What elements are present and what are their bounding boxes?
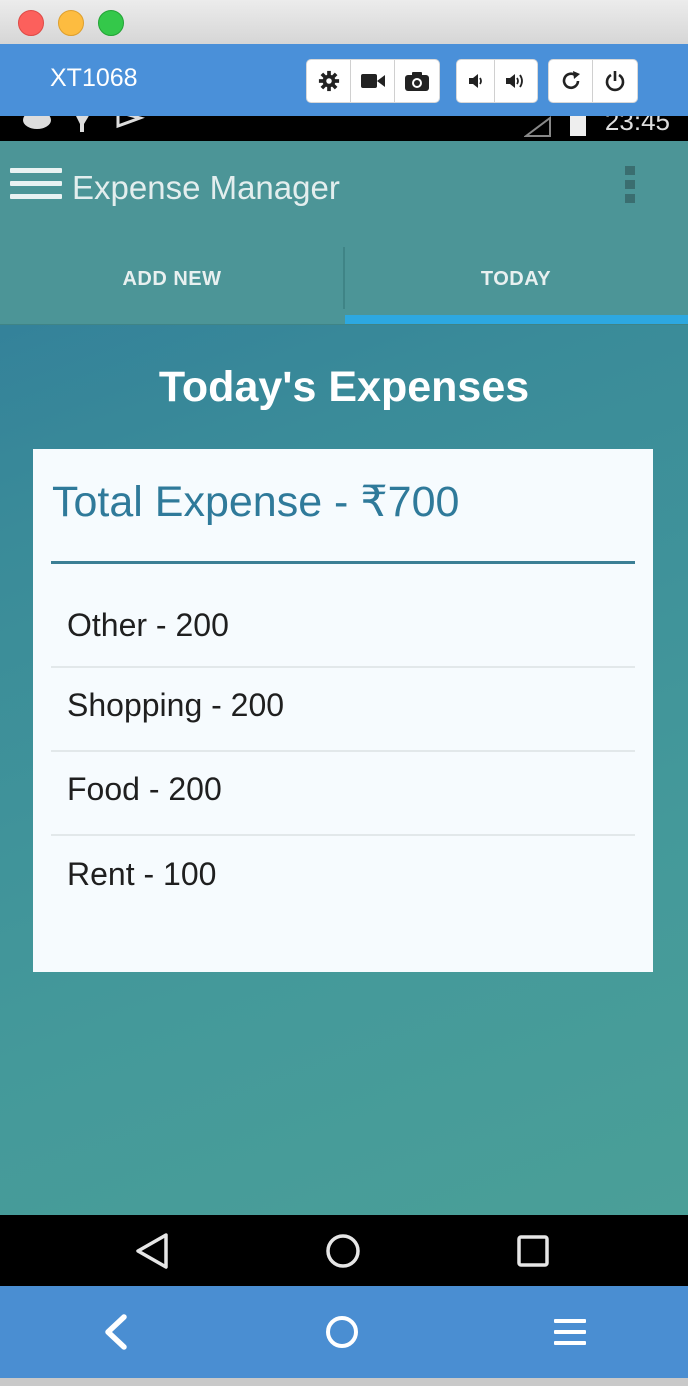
back-triangle-icon[interactable]: [132, 1229, 176, 1273]
camera-icon: [405, 72, 429, 91]
screenshot-button[interactable]: [395, 60, 439, 102]
power-button[interactable]: [593, 60, 637, 102]
close-window-button[interactable]: [18, 10, 44, 36]
list-item[interactable]: Other - 200: [51, 584, 635, 668]
expenses-card: Total Expense - ₹700 Other - 200 Shoppin…: [33, 449, 653, 972]
card-divider: [51, 561, 635, 564]
chevron-left-icon[interactable]: [94, 1309, 140, 1355]
selected-tab-indicator: [345, 315, 688, 324]
rotate-button[interactable]: [549, 60, 593, 102]
volume-down-icon: [468, 74, 482, 88]
home-circle-icon[interactable]: [321, 1229, 365, 1273]
gear-icon: [318, 70, 339, 92]
tab-today[interactable]: TODAY: [344, 235, 688, 324]
page-heading: Today's Expenses: [158, 363, 530, 411]
volume-down-button[interactable]: [457, 60, 495, 102]
power-icon: [605, 71, 625, 92]
volume-up-button[interactable]: [495, 60, 537, 102]
hamburger-menu-icon[interactable]: [10, 168, 62, 206]
home-circle-icon[interactable]: [319, 1309, 365, 1355]
app-title: Expense Manager: [72, 169, 340, 206]
volume-up-icon: [506, 74, 523, 88]
tab-add-new[interactable]: ADD NEW: [0, 235, 344, 324]
total-expense: Total Expense - ₹700: [52, 478, 460, 526]
recents-square-icon[interactable]: [511, 1229, 555, 1273]
list-item[interactable]: Food - 200: [51, 744, 635, 836]
notification-icons: [23, 116, 145, 132]
android-nav-bar: [0, 1215, 688, 1286]
emulator-bottom-controls: [0, 1286, 688, 1378]
menu-icon[interactable]: [547, 1309, 593, 1355]
signal-battery-icons: [524, 116, 586, 137]
record-video-button[interactable]: [351, 60, 395, 102]
maximize-window-button[interactable]: [98, 10, 124, 36]
overflow-menu-icon[interactable]: [625, 166, 637, 208]
list-item[interactable]: Shopping - 200: [51, 660, 635, 752]
media-button-group: [306, 59, 440, 103]
volume-button-group: [456, 59, 538, 103]
minimize-window-button[interactable]: [58, 10, 84, 36]
power-button-group: [548, 59, 638, 103]
settings-button[interactable]: [307, 60, 351, 102]
device-name: XT1068: [50, 64, 138, 92]
app-screen: Expense Manager ADD NEW TODAY Today's Ex…: [0, 141, 688, 1215]
window-titlebar: [0, 0, 688, 45]
app-bar: Expense Manager: [0, 141, 688, 235]
expense-list: Other - 200 Shopping - 200 Food - 200 Re…: [51, 584, 635, 920]
emulator-toolbar: XT1068: [0, 44, 688, 116]
rotate-icon: [562, 71, 580, 90]
video-camera-icon: [360, 74, 385, 88]
android-status-bar: 23:45: [0, 116, 688, 141]
status-clock: 23:45: [604, 116, 670, 136]
tab-bar: ADD NEW TODAY: [0, 235, 688, 325]
list-item[interactable]: Rent - 100: [51, 828, 635, 920]
